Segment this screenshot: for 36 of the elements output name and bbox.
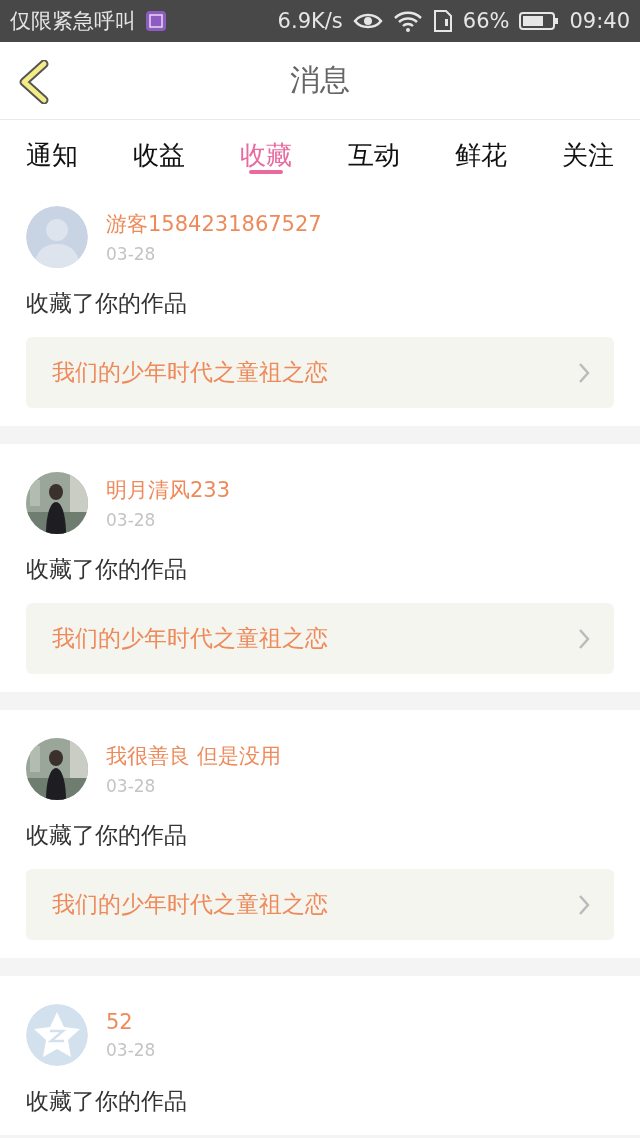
user-name[interactable]: 52 <box>106 1010 156 1034</box>
message-text: 收藏了你的作品 <box>26 1087 188 1116</box>
wifi-icon <box>392 10 423 32</box>
user-name[interactable]: 我很善良 但是没用 <box>106 742 281 770</box>
eye-icon <box>352 11 383 31</box>
chevron-right-icon <box>578 627 590 650</box>
network-speed: 6.9K/s <box>277 9 343 33</box>
message-date: 03-28 <box>106 776 157 796</box>
message-text: 收藏了你的作品 <box>26 555 188 584</box>
avatar-icon <box>26 1004 88 1066</box>
page-title: 消息 <box>290 61 350 99</box>
tab[interactable]: 通知 <box>12 120 92 178</box>
work-link[interactable]: 我们的少年时代之童祖之恋 <box>26 869 614 940</box>
work-link[interactable]: 我们的少年时代之童祖之恋 <box>26 603 614 674</box>
tab[interactable]: 收藏 <box>226 120 307 178</box>
carrier-text: 仅限紧急呼叫 <box>10 8 136 35</box>
clock: 09:40 <box>569 9 630 33</box>
message-date: 03-28 <box>106 244 157 264</box>
avatar-icon <box>26 206 88 268</box>
message-text: 收藏了你的作品 <box>26 821 188 850</box>
user-name[interactable]: 游客1584231867527 <box>106 210 322 238</box>
message-date: 03-28 <box>106 1040 156 1060</box>
gallery-icon <box>146 11 166 31</box>
message-text: 收藏了你的作品 <box>26 289 188 318</box>
user-name[interactable]: 明月清风233 <box>106 476 231 504</box>
tab[interactable]: 关注 <box>547 120 628 178</box>
chevron-right-icon <box>578 361 590 384</box>
work-link[interactable]: 我们的少年时代之童祖之恋 <box>26 337 614 408</box>
tab[interactable]: 收益 <box>119 120 200 178</box>
battery-icon <box>519 11 560 31</box>
sim-icon <box>432 9 453 33</box>
tab[interactable]: 鲜花 <box>440 120 521 178</box>
tab[interactable]: 互动 <box>333 120 414 178</box>
battery-percent: 66% <box>462 9 510 33</box>
message-date: 03-28 <box>106 510 157 530</box>
chevron-right-icon <box>578 893 590 916</box>
